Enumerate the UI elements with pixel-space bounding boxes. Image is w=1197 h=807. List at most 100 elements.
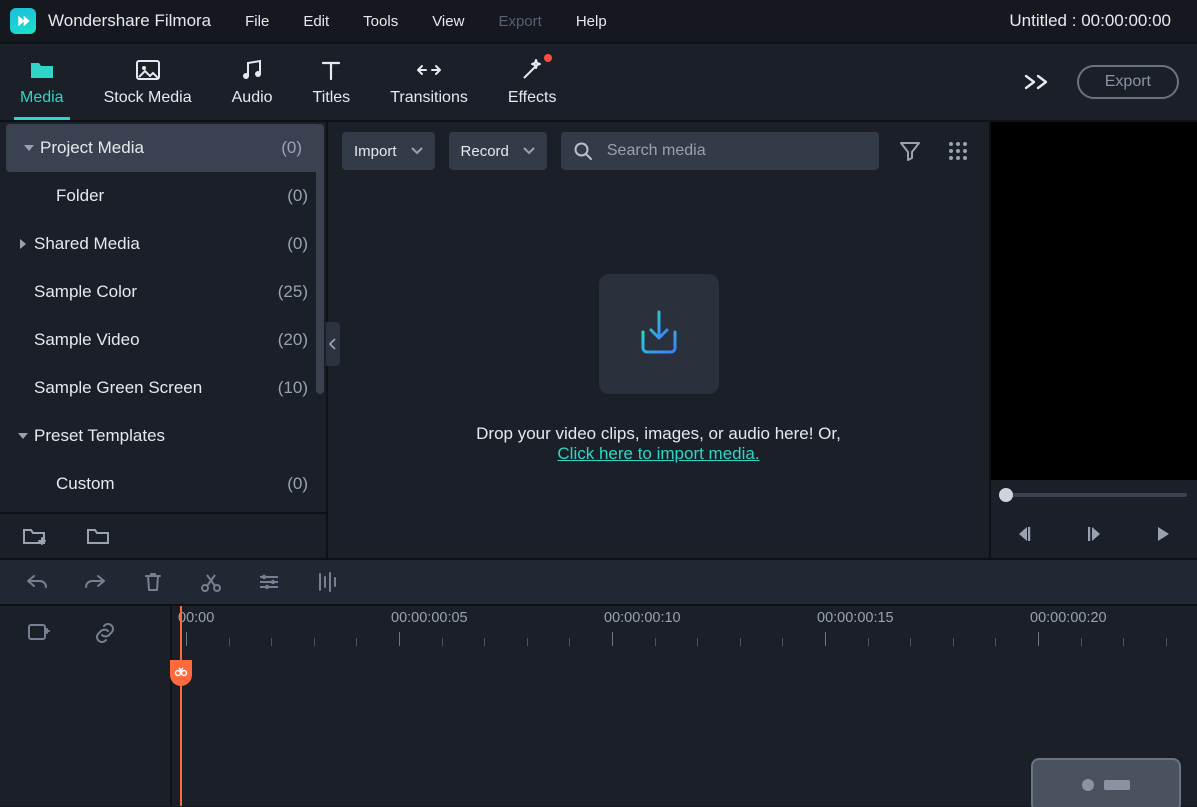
seek-track[interactable] xyxy=(1001,493,1187,497)
project-info: Untitled : 00:00:00:00 xyxy=(1009,11,1187,31)
tab-label: Transitions xyxy=(390,89,468,107)
drop-text: Drop your video clips, images, or audio … xyxy=(476,424,841,464)
project-timecode: 00:00:00:00 xyxy=(1081,11,1171,30)
placeholder-clip[interactable] xyxy=(1031,758,1181,807)
grid-view-icon[interactable] xyxy=(941,134,975,168)
tab-media[interactable]: Media xyxy=(0,44,84,120)
tab-label: Audio xyxy=(232,89,273,107)
expand-icon xyxy=(18,143,40,153)
sidebar-footer xyxy=(0,512,326,558)
record-dropdown[interactable]: Record xyxy=(449,132,547,170)
play-button[interactable] xyxy=(1146,517,1180,551)
menu-edit[interactable]: Edit xyxy=(299,7,333,36)
new-folder-icon[interactable] xyxy=(18,521,52,551)
tabs-right-tools: Export xyxy=(1023,44,1197,120)
sidebar-scrollbar[interactable] xyxy=(316,124,324,394)
tree-item-preset-templates[interactable]: Preset Templates xyxy=(0,412,326,460)
folder-icon xyxy=(29,57,55,83)
tab-audio[interactable]: Audio xyxy=(212,44,293,120)
link-icon[interactable] xyxy=(90,618,120,648)
tree-item-folder[interactable]: Folder(0) xyxy=(0,172,326,220)
step-forward-button[interactable] xyxy=(1077,517,1111,551)
tab-titles[interactable]: Titles xyxy=(293,44,371,120)
preview-seek[interactable] xyxy=(991,480,1197,510)
ruler-label: 00:00:00:05 xyxy=(391,610,468,626)
ruler-label: 00:00:00:10 xyxy=(604,610,681,626)
chevron-down-icon xyxy=(523,147,535,155)
sidebar-collapse-handle[interactable] xyxy=(326,322,340,366)
menu-view[interactable]: View xyxy=(428,7,468,36)
ruler-label: 00:00:00:20 xyxy=(1030,610,1107,626)
tree-count: (0) xyxy=(287,186,314,206)
main-area: Project Media(0)Folder(0)Shared Media(0)… xyxy=(0,122,1197,558)
media-tree: Project Media(0)Folder(0)Shared Media(0)… xyxy=(0,122,326,512)
transition-icon xyxy=(416,57,442,83)
tree-item-project-media[interactable]: Project Media(0) xyxy=(6,124,320,172)
tab-label: Effects xyxy=(508,89,557,107)
seek-thumb[interactable] xyxy=(999,488,1013,502)
add-track-icon[interactable] xyxy=(24,618,54,648)
project-sep: : xyxy=(1072,11,1081,30)
playhead-grip[interactable] xyxy=(170,660,192,686)
import-dropdown[interactable]: Import xyxy=(342,132,435,170)
tab-stock[interactable]: Stock Media xyxy=(84,44,212,120)
tab-label: Stock Media xyxy=(104,89,192,107)
chevron-down-icon xyxy=(411,147,423,155)
redo-button[interactable] xyxy=(80,567,110,597)
tree-item-sample-green-screen[interactable]: Sample Green Screen(10) xyxy=(0,364,326,412)
tab-label: Titles xyxy=(313,89,351,107)
tree-label: Custom xyxy=(56,474,287,494)
app-title: Wondershare Filmora xyxy=(48,11,211,31)
search-input[interactable] xyxy=(605,141,867,161)
tree-item-sample-color[interactable]: Sample Color(25) xyxy=(0,268,326,316)
adjust-icon[interactable] xyxy=(254,567,284,597)
ruler-label: 00:00 xyxy=(178,610,214,626)
ruler-label: 00:00:00:15 xyxy=(817,610,894,626)
import-tile[interactable] xyxy=(599,274,719,394)
tree-count: (20) xyxy=(278,330,314,350)
menu-export: Export xyxy=(494,7,545,36)
tree-count: (10) xyxy=(278,378,314,398)
search-media[interactable] xyxy=(561,132,879,170)
media-panel: Import Record xyxy=(328,122,989,558)
tree-label: Sample Color xyxy=(34,282,278,302)
audio-mixer-icon[interactable] xyxy=(312,567,342,597)
panel-tabs: Media Stock Media Audio Titles Transitions Ef… xyxy=(0,44,1197,122)
undo-button[interactable] xyxy=(22,567,52,597)
tree-label: Sample Video xyxy=(34,330,278,350)
split-button[interactable] xyxy=(196,567,226,597)
playhead[interactable] xyxy=(180,606,182,806)
menu-file[interactable]: File xyxy=(241,7,273,36)
import-link[interactable]: Click here to import media. xyxy=(557,444,759,463)
more-tabs-icon[interactable] xyxy=(1023,72,1051,92)
filter-icon[interactable] xyxy=(893,134,927,168)
preview-controls xyxy=(991,510,1197,558)
media-drop-zone[interactable]: Drop your video clips, images, or audio … xyxy=(328,180,989,558)
title-bar: Wondershare Filmora File Edit Tools View Exp… xyxy=(0,0,1197,44)
step-back-button[interactable] xyxy=(1008,517,1042,551)
wand-icon xyxy=(520,57,544,83)
main-menu: File Edit Tools View Export Help xyxy=(241,7,611,36)
notification-dot xyxy=(544,54,552,62)
image-icon xyxy=(135,57,161,83)
tab-effects[interactable]: Effects xyxy=(488,44,577,120)
app-logo xyxy=(10,8,36,34)
menu-tools[interactable]: Tools xyxy=(359,7,402,36)
preview-screen xyxy=(991,122,1197,480)
tree-count: (0) xyxy=(281,138,308,158)
menu-help[interactable]: Help xyxy=(572,7,611,36)
preview-panel xyxy=(989,122,1197,558)
timeline-ruler[interactable]: 00:00 00:00:00:05 00:00:00:10 00:00:00:15 00… xyxy=(172,606,1197,658)
media-toolbar: Import Record xyxy=(328,122,989,180)
tree-label: Shared Media xyxy=(34,234,287,254)
tree-item-custom[interactable]: Custom(0) xyxy=(0,460,326,508)
folder-icon[interactable] xyxy=(82,521,116,551)
media-sidebar: Project Media(0)Folder(0)Shared Media(0)… xyxy=(0,122,328,558)
project-name: Untitled xyxy=(1009,11,1067,30)
export-button[interactable]: Export xyxy=(1077,65,1179,99)
tab-transitions[interactable]: Transitions xyxy=(370,44,488,120)
tree-item-sample-video[interactable]: Sample Video(20) xyxy=(0,316,326,364)
tree-item-shared-media[interactable]: Shared Media(0) xyxy=(0,220,326,268)
expand-icon xyxy=(12,238,34,250)
delete-button[interactable] xyxy=(138,567,168,597)
